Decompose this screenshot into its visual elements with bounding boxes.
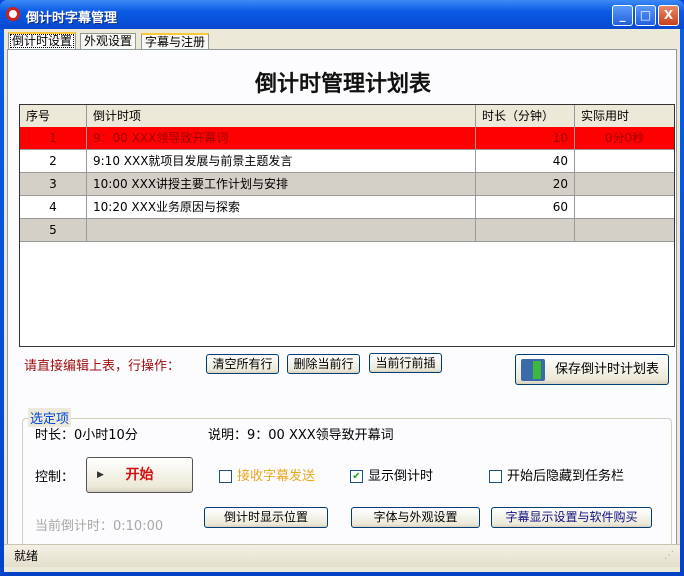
cell-no[interactable]: 5 — [20, 219, 87, 241]
cell-no[interactable]: 1 — [20, 127, 87, 149]
save-disk-icon — [521, 359, 545, 381]
cell-no[interactable]: 4 — [20, 196, 87, 218]
show-countdown-label: 显示倒计时 — [368, 469, 434, 484]
cell-item[interactable]: 9:10 XXX就项目发展与前景主题发言 — [87, 150, 476, 172]
tab-countdown-settings[interactable]: 倒计时设置 — [8, 32, 77, 50]
insert-row-button[interactable]: 当前行前插 — [369, 353, 442, 373]
cell-item[interactable]: 10:20 XXX业务原因与探索 — [87, 196, 476, 218]
save-button-label: 保存倒计时计划表 — [554, 362, 659, 377]
current-countdown: 当前倒计时：0:10:00 — [35, 519, 164, 534]
col-header-item[interactable]: 倒计时项 — [87, 105, 476, 127]
resize-grip-icon[interactable]: ⋰ — [664, 545, 674, 567]
minimize-button[interactable]: _ — [612, 5, 633, 26]
plan-table[interactable]: 序号 倒计时项 时长（分钟） 实际用时 1 9：00 XXX领导致开幕词 10 … — [19, 104, 675, 347]
checkbox-checked-icon: ✔ — [350, 470, 363, 483]
start-label: 开始 — [125, 467, 154, 483]
hide-taskbar-checkbox[interactable]: 开始后隐藏到任务栏 — [489, 465, 624, 484]
cell-actual[interactable] — [575, 219, 674, 241]
maximize-button[interactable]: □ — [635, 5, 656, 26]
cell-actual[interactable]: 0分0秒 — [575, 127, 674, 149]
cell-minutes[interactable] — [476, 219, 575, 241]
cell-minutes[interactable]: 60 — [476, 196, 575, 218]
cell-no[interactable]: 2 — [20, 150, 87, 172]
down-arrow-icon — [533, 361, 541, 379]
table-row[interactable]: 1 9：00 XXX领导致开幕词 10 0分0秒 — [20, 127, 674, 150]
display-position-button[interactable]: 倒计时显示位置 — [204, 507, 328, 528]
checkbox-icon — [219, 470, 232, 483]
control-label: 控制： — [35, 470, 75, 485]
app-window: 倒计时字幕管理 _ □ X 倒计时设置 外观设置 字幕与注册 倒计时管理计划表 … — [0, 0, 684, 576]
table-header: 序号 倒计时项 时长（分钟） 实际用时 — [20, 105, 674, 128]
duration-text: 时长：0小时10分 — [35, 428, 138, 443]
delete-row-button[interactable]: 删除当前行 — [287, 354, 360, 374]
client-area: 倒计时设置 外观设置 字幕与注册 倒计时管理计划表 序号 倒计时项 时长（分钟）… — [4, 29, 680, 572]
receive-subtitle-checkbox[interactable]: 接收字幕发送 — [219, 465, 315, 484]
save-plan-button[interactable]: 保存倒计时计划表 — [515, 354, 669, 385]
start-button[interactable]: ▶ 开始 — [86, 457, 193, 493]
cell-minutes[interactable]: 10 — [476, 127, 575, 149]
app-icon — [6, 7, 20, 21]
table-row[interactable]: 3 10:00 XXX讲授主要工作计划与安排 20 — [20, 173, 674, 196]
page-title: 倒计时管理计划表 — [254, 72, 431, 97]
table-row[interactable]: 4 10:20 XXX业务原因与探索 60 — [20, 196, 674, 219]
font-appearance-button[interactable]: 字体与外观设置 — [351, 507, 480, 528]
hide-taskbar-label: 开始后隐藏到任务栏 — [507, 469, 625, 484]
cell-actual[interactable] — [575, 173, 674, 195]
status-bar: 就绪 ⋰ — [4, 544, 680, 567]
subtitle-purchase-button[interactable]: 字幕显示设置与软件购买 — [491, 507, 652, 528]
status-text: 就绪 — [14, 549, 39, 563]
checkbox-icon — [489, 470, 502, 483]
cell-minutes[interactable]: 20 — [476, 173, 575, 195]
title-bar[interactable]: 倒计时字幕管理 _ □ X — [0, 0, 684, 29]
tab-subtitle-register[interactable]: 字幕与注册 — [141, 33, 210, 50]
close-button[interactable]: X — [658, 5, 679, 26]
receive-subtitle-label: 接收字幕发送 — [237, 469, 316, 484]
description-text: 说明：9：00 XXX领导致开幕词 — [208, 428, 394, 443]
col-header-actual[interactable]: 实际用时 — [575, 105, 674, 127]
play-icon: ▶ — [97, 470, 104, 480]
tab-panel: 倒计时管理计划表 序号 倒计时项 时长（分钟） 实际用时 1 9：00 XXX领… — [7, 49, 677, 561]
cell-actual[interactable] — [575, 196, 674, 218]
cell-item[interactable] — [87, 219, 476, 241]
col-header-no[interactable]: 序号 — [20, 105, 87, 127]
cell-minutes[interactable]: 40 — [476, 150, 575, 172]
cell-no[interactable]: 3 — [20, 173, 87, 195]
show-countdown-checkbox[interactable]: ✔ 显示倒计时 — [350, 465, 433, 484]
cell-item[interactable]: 9：00 XXX领导致开幕词 — [87, 127, 476, 149]
cell-actual[interactable] — [575, 150, 674, 172]
row-ops-label: 请直接编辑上表，行操作： — [24, 359, 181, 374]
cell-item[interactable]: 10:00 XXX讲授主要工作计划与安排 — [87, 173, 476, 195]
tab-appearance[interactable]: 外观设置 — [80, 33, 137, 50]
clear-rows-button[interactable]: 清空所有行 — [206, 354, 279, 374]
table-row[interactable]: 5 — [20, 219, 674, 242]
col-header-minutes[interactable]: 时长（分钟） — [476, 105, 575, 127]
table-row[interactable]: 2 9:10 XXX就项目发展与前景主题发言 40 — [20, 150, 674, 173]
blank-area — [244, 265, 484, 332]
window-title: 倒计时字幕管理 — [26, 11, 118, 26]
